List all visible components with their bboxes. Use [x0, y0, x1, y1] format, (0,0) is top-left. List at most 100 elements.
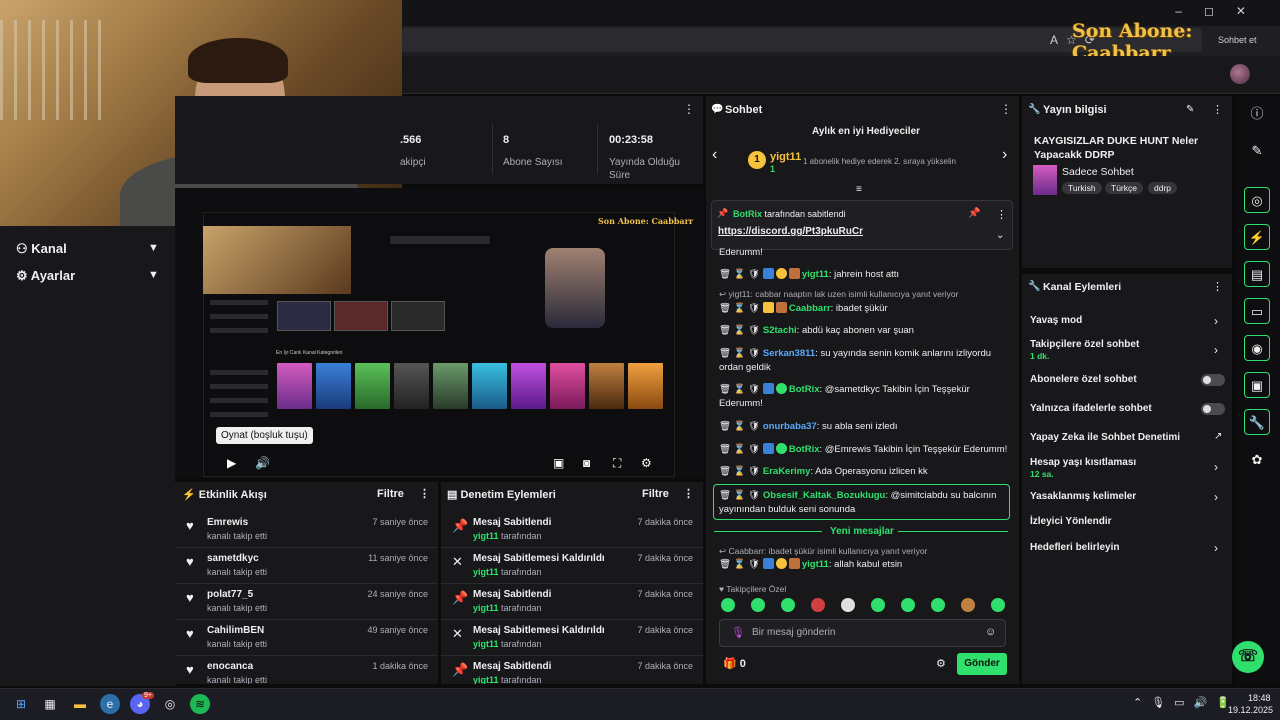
wrench-icon[interactable]: 🔧 — [1244, 409, 1270, 435]
more-options-icon[interactable]: ⋮ — [683, 102, 695, 116]
list-item[interactable]: 📌 Mesaj Sabitlendi yigt11 tarafından 7 d… — [441, 656, 703, 684]
emote-icon[interactable] — [871, 598, 885, 612]
chevron-right-icon[interactable]: › — [1214, 314, 1218, 328]
chevron-right-icon[interactable]: › — [1214, 460, 1218, 474]
message-tools-icon[interactable]: 🗑 ⌛ 🛡 — [719, 325, 763, 336]
edge-icon[interactable]: e — [100, 694, 120, 714]
emote-icon[interactable] — [931, 598, 945, 612]
chat-message[interactable]: 🗑 ⌛ 🛡 S2tachi: abdü kaç abonen var şuan — [719, 324, 1009, 338]
chevron-left-icon[interactable]: ‹ — [712, 146, 717, 164]
tag[interactable]: Turkish — [1062, 182, 1102, 194]
palette-icon[interactable]: ✿ — [1244, 447, 1270, 473]
category-name[interactable]: Sadece Sohbet — [1062, 166, 1134, 178]
action-subscribers-only[interactable]: Abonelere özel sohbet — [1030, 374, 1137, 385]
action-slow-mode[interactable]: Yavaş mod — [1030, 315, 1082, 326]
emote-only-toggle[interactable] — [1201, 403, 1225, 415]
action-emote-only[interactable]: Yalnızca ifadelerle sohbet — [1030, 403, 1152, 414]
settings-icon[interactable]: ⚙ — [641, 456, 652, 470]
new-messages-divider[interactable]: Yeni mesajlar — [830, 526, 894, 537]
message-tools-icon[interactable]: 🗑 ⌛ 🛡 — [719, 384, 763, 395]
sidebar-item-ayarlar[interactable]: ⚙ Ayarlar — [16, 268, 75, 284]
chat-message[interactable]: 🗑 ⌛ 🛡 EraKerimy: Ada Operasyonu izlicen … — [719, 465, 1009, 479]
chat-username[interactable]: yigt11 — [802, 559, 829, 570]
message-tools-icon[interactable]: 🗑 ⌛ 🛡 — [719, 269, 763, 280]
emote-icon[interactable] — [811, 598, 825, 612]
unpin-icon[interactable]: 📌 — [968, 208, 980, 219]
obs-icon[interactable]: ◎ — [160, 694, 180, 714]
video-icon[interactable]: ▣ — [1244, 372, 1270, 398]
message-tools-icon[interactable]: 🗑 ⌛ 🛡 — [719, 559, 763, 570]
clock-time[interactable]: 18:48 — [1248, 693, 1271, 703]
chat-username[interactable]: Caabbarr — [789, 303, 831, 314]
broadcast-icon[interactable]: ◉ — [1244, 335, 1270, 361]
chat-message[interactable]: 🗑 ⌛ 🛡 Obsesif_Kaltak_Bozuklugu: @simitci… — [719, 489, 1009, 517]
more-options-icon[interactable]: ⋮ — [683, 487, 694, 500]
list-item[interactable]: ♥ sametdkyc kanalı takip etti 11 saniye … — [175, 548, 438, 584]
more-options-icon[interactable]: ⋮ — [996, 208, 1007, 221]
clock-date[interactable]: 19.12.2025 — [1228, 705, 1273, 715]
emote-icon[interactable] — [961, 598, 975, 612]
list-item[interactable]: 📌 Mesaj Sabitlendi yigt11 tarafından 7 d… — [441, 512, 703, 548]
clip-icon[interactable]: ▣ — [553, 456, 564, 470]
chat-message[interactable]: 🗑 ⌛ 🛡 onurbaba37: su abla seni izledı — [719, 420, 1009, 434]
document-icon[interactable]: ▤ — [1244, 261, 1270, 287]
message-tools-icon[interactable]: 🗑 ⌛ 🛡 — [719, 421, 763, 432]
tag[interactable]: Türkçe — [1105, 182, 1143, 194]
chat-username[interactable]: Serkan3811 — [763, 348, 815, 359]
windows-start-icon[interactable]: ⊞ — [11, 694, 31, 714]
window-controls[interactable]: –◻✕ — [1175, 4, 1268, 18]
message-tools-icon[interactable]: 🗑 ⌛ 🛡 — [719, 466, 763, 477]
list-item[interactable]: 📌 Mesaj Sabitlendi yigt11 tarafından 7 d… — [441, 584, 703, 620]
chat-message[interactable]: 🗑 ⌛ 🛡 yigt11: jahrein host attı — [719, 268, 1009, 282]
emote-icon[interactable] — [991, 598, 1005, 612]
subscribers-only-toggle[interactable] — [1201, 374, 1225, 386]
message-tools-icon[interactable]: 🗑 ⌛ 🛡 — [719, 444, 763, 455]
emote-icon[interactable] — [721, 598, 735, 612]
avatar[interactable] — [1230, 64, 1250, 84]
chevron-down-icon[interactable]: ▼ — [148, 269, 159, 281]
chat-username[interactable]: BotRix — [789, 444, 820, 455]
send-button[interactable]: Gönder — [957, 653, 1007, 675]
theater-icon[interactable]: ⛶ — [613, 456, 621, 471]
chevron-right-icon[interactable]: › — [1214, 343, 1218, 357]
chevron-right-icon[interactable]: › — [1214, 541, 1218, 555]
edit-icon[interactable]: ✎ — [1244, 138, 1270, 164]
list-item[interactable]: ♥ enocanca kanalı takip etti 1 dakika ön… — [175, 656, 438, 684]
more-options-icon[interactable]: ⋮ — [1000, 102, 1012, 116]
chat-message[interactable]: 🗑 ⌛ 🛡 yigt11: allah kabul etsin — [719, 558, 1009, 572]
chat-message[interactable]: 🗑 ⌛ 🛡 BotRix: @sametdkyc Takibin İçin Te… — [719, 383, 1009, 411]
channel-points[interactable]: 🎁 0 — [723, 657, 746, 670]
action-banned-words[interactable]: Yasaklanmış kelimeler — [1030, 491, 1136, 502]
tag[interactable]: ddrp — [1148, 182, 1178, 194]
folder-icon[interactable]: ▬ — [70, 694, 90, 714]
emote-icon[interactable] — [841, 598, 855, 612]
play-icon[interactable]: ▶ — [227, 456, 236, 470]
message-tools-icon[interactable]: 🗑 ⌛ 🛡 — [719, 348, 763, 359]
message-tools-icon[interactable]: 🗑 ⌛ 🛡 — [719, 490, 763, 501]
action-account-age[interactable]: Hesap yaşı kısıtlaması — [1030, 457, 1136, 468]
info-icon[interactable]: ⓘ — [1244, 101, 1270, 127]
chat-message[interactable]: 🗑 ⌛ 🛡 Caabbarr: ibadet şükür — [719, 302, 1009, 316]
message-tools-icon[interactable]: 🗑 ⌛ 🛡 — [719, 303, 763, 314]
external-link-icon[interactable]: ↗ — [1214, 431, 1222, 442]
chevron-right-icon[interactable]: › — [1002, 146, 1007, 164]
emote-icon[interactable] — [781, 598, 795, 612]
chat-username[interactable]: EraKerimy — [763, 466, 811, 477]
camera-icon[interactable]: ◙ — [583, 456, 590, 470]
support-button[interactable]: ☏ — [1232, 641, 1264, 673]
action-ai-moderation[interactable]: Yapay Zeka ile Sohbet Denetimi — [1030, 432, 1180, 443]
edit-icon[interactable]: ✎ — [1186, 104, 1194, 115]
gear-icon[interactable]: ⚙ — [936, 657, 946, 670]
chat-username[interactable]: S2tachi — [763, 325, 797, 336]
chat-username[interactable]: BotRix — [789, 384, 820, 395]
system-tray[interactable]: ⌃🎙▭🔊🔋 — [1133, 696, 1239, 709]
chat-username[interactable]: Obsesif_Kaltak_Bozuklugu — [763, 490, 885, 501]
emoji-icon[interactable]: ☺ — [985, 626, 996, 638]
chat-message[interactable]: 🗑 ⌛ 🛡 BotRix: @Emrewis Takibin İçin Teşş… — [719, 443, 1009, 457]
filter-button[interactable]: Filtre — [377, 488, 404, 500]
filter-button[interactable]: Filtre — [642, 488, 669, 500]
copilot-chat-button[interactable]: Sohbet et — [1218, 35, 1257, 45]
more-options-icon[interactable]: ⋮ — [1212, 103, 1223, 116]
chevron-down-icon[interactable]: ⌄ — [996, 230, 1004, 241]
emote-icon[interactable] — [901, 598, 915, 612]
